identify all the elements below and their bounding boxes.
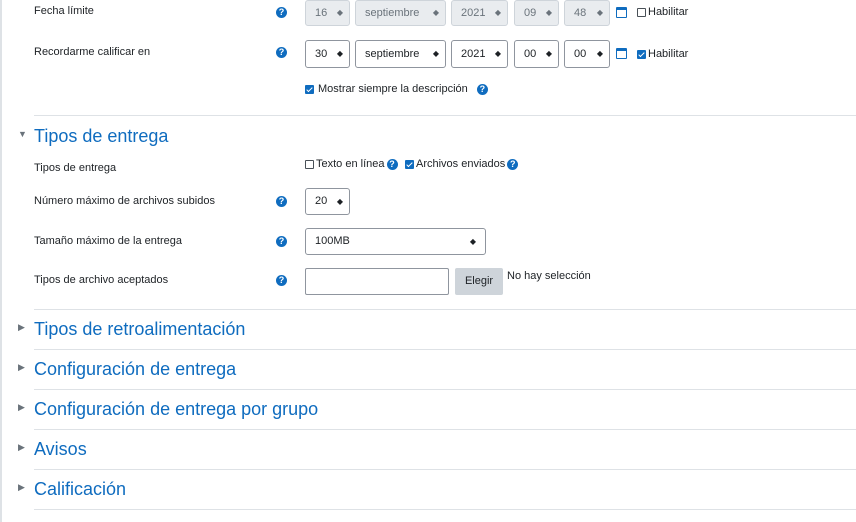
day-value: 30 (315, 48, 328, 60)
updown-arrow-icon: ◆ (545, 49, 552, 58)
section-header-submission-settings[interactable]: ▶ Configuración de entrega (0, 350, 856, 390)
no-selection-text: No hay selección (507, 270, 591, 282)
updown-arrow-icon: ◆ (494, 8, 501, 17)
section-divider (34, 509, 856, 510)
caret-right-icon: ▶ (18, 482, 25, 492)
due-date-label: Fecha límite (34, 5, 94, 17)
section-title: Tipos de retroalimentación (34, 319, 246, 339)
day-value: 16 (315, 7, 328, 19)
caret-right-icon: ▶ (18, 362, 25, 372)
accepted-types-input[interactable] (305, 268, 449, 295)
reminder-hour-select[interactable]: 00 ◆ (514, 40, 559, 68)
due-date-enable-checkbox[interactable]: Habilitar (637, 6, 688, 18)
accepted-types-label: Tipos de archivo aceptados (34, 274, 169, 286)
always-show-description-label: Mostrar siempre la descripción (318, 83, 468, 96)
hour-value: 09 (524, 7, 537, 19)
due-date-row: Fecha límite ? 16 ◆ septiembre ◆ 2021 ◆ 09 ◆… (0, 0, 856, 26)
updown-arrow-icon: ◆ (336, 197, 343, 206)
help-icon[interactable]: ? (276, 275, 287, 286)
month-value: septiembre (365, 7, 420, 19)
section-header-submission-types[interactable]: ▼ Tipos de entrega (0, 116, 856, 156)
due-date-year-select[interactable]: 2021 ◆ (451, 0, 508, 26)
max-size-value: 100MB (315, 235, 350, 247)
updown-arrow-icon: ◆ (336, 8, 343, 17)
section-title: Calificación (34, 479, 127, 499)
always-show-description-checkbox[interactable]: Mostrar siempre la descripción ? (305, 83, 488, 95)
checkbox-box[interactable] (305, 84, 314, 94)
reminder-day-select[interactable]: 30 ◆ (305, 40, 350, 68)
section-title: Avisos (34, 439, 87, 459)
due-date-month-select[interactable]: septiembre ◆ (355, 0, 446, 26)
due-date-day-select[interactable]: 16 ◆ (305, 0, 350, 26)
calendar-icon[interactable] (616, 7, 627, 18)
enable-label: Habilitar (648, 48, 689, 61)
file-submissions-label: Archivos enviados (416, 158, 506, 171)
reminder-minute-select[interactable]: 00 ◆ (564, 40, 610, 68)
help-icon[interactable]: ? (507, 158, 519, 170)
help-icon[interactable]: ? (276, 7, 287, 18)
section-header-grade[interactable]: ▶ Calificación (0, 470, 856, 510)
section-header-group-submission-settings[interactable]: ▶ Configuración de entrega por grupo (0, 390, 856, 430)
updown-arrow-icon: ◆ (494, 49, 501, 58)
max-size-label: Tamaño máximo de la entrega (34, 235, 182, 247)
online-text-label: Texto en línea (316, 158, 385, 171)
month-value: septiembre (365, 48, 420, 60)
year-value: 2021 (461, 48, 486, 60)
section-title: Tipos de entrega (34, 126, 169, 146)
max-files-select[interactable]: 20 ◆ (305, 188, 350, 215)
enable-label: Habilitar (648, 6, 689, 19)
submission-types-label: Tipos de entrega (34, 162, 117, 174)
max-files-value: 20 (315, 195, 328, 207)
max-size-select[interactable]: 100MB ◆ (305, 228, 486, 255)
section-header-feedback-types[interactable]: ▶ Tipos de retroalimentación (0, 310, 856, 350)
due-date-hour-select[interactable]: 09 ◆ (514, 0, 559, 26)
updown-arrow-icon: ◆ (336, 49, 343, 58)
caret-right-icon: ▶ (18, 322, 25, 332)
updown-arrow-icon: ◆ (432, 8, 439, 17)
updown-arrow-icon: ◆ (432, 49, 439, 58)
reminder-enable-checkbox[interactable]: Habilitar (637, 48, 688, 60)
year-value: 2021 (461, 7, 486, 19)
grading-reminder-label: Recordarme calificar en (34, 46, 151, 58)
checkbox-box[interactable] (637, 7, 646, 17)
checkbox-box[interactable] (637, 49, 646, 59)
help-icon[interactable]: ? (276, 236, 287, 247)
reminder-month-select[interactable]: septiembre ◆ (355, 40, 446, 68)
minute-value: 48 (574, 7, 587, 19)
caret-down-icon: ▼ (18, 129, 27, 139)
updown-arrow-icon: ◆ (469, 237, 476, 246)
checkbox-box[interactable] (305, 159, 314, 169)
online-text-checkbox[interactable]: Texto en línea? (305, 158, 398, 170)
updown-arrow-icon: ◆ (545, 8, 552, 17)
section-title: Configuración de entrega (34, 359, 237, 379)
help-icon[interactable]: ? (476, 83, 488, 95)
section-header-notifications[interactable]: ▶ Avisos (0, 430, 856, 470)
checkbox-box[interactable] (405, 159, 414, 169)
max-files-label: Número máximo de archivos subidos (34, 195, 215, 207)
file-submissions-checkbox[interactable]: Archivos enviados? (405, 158, 519, 171)
updown-arrow-icon: ◆ (596, 8, 603, 17)
minute-value: 00 (574, 48, 587, 60)
help-icon[interactable]: ? (276, 47, 287, 58)
due-date-minute-select[interactable]: 48 ◆ (564, 0, 610, 26)
help-icon[interactable]: ? (386, 158, 398, 170)
updown-arrow-icon: ◆ (596, 49, 603, 58)
caret-right-icon: ▶ (18, 442, 25, 452)
caret-right-icon: ▶ (18, 402, 25, 412)
hour-value: 00 (524, 48, 537, 60)
reminder-year-select[interactable]: 2021 ◆ (451, 40, 508, 68)
section-title: Configuración de entrega por grupo (34, 399, 319, 419)
help-icon[interactable]: ? (276, 196, 287, 207)
calendar-icon[interactable] (616, 48, 627, 59)
choose-button[interactable]: Elegir (455, 268, 503, 295)
grading-reminder-row: Recordarme calificar en ? 30 ◆ septiembre… (0, 40, 856, 68)
